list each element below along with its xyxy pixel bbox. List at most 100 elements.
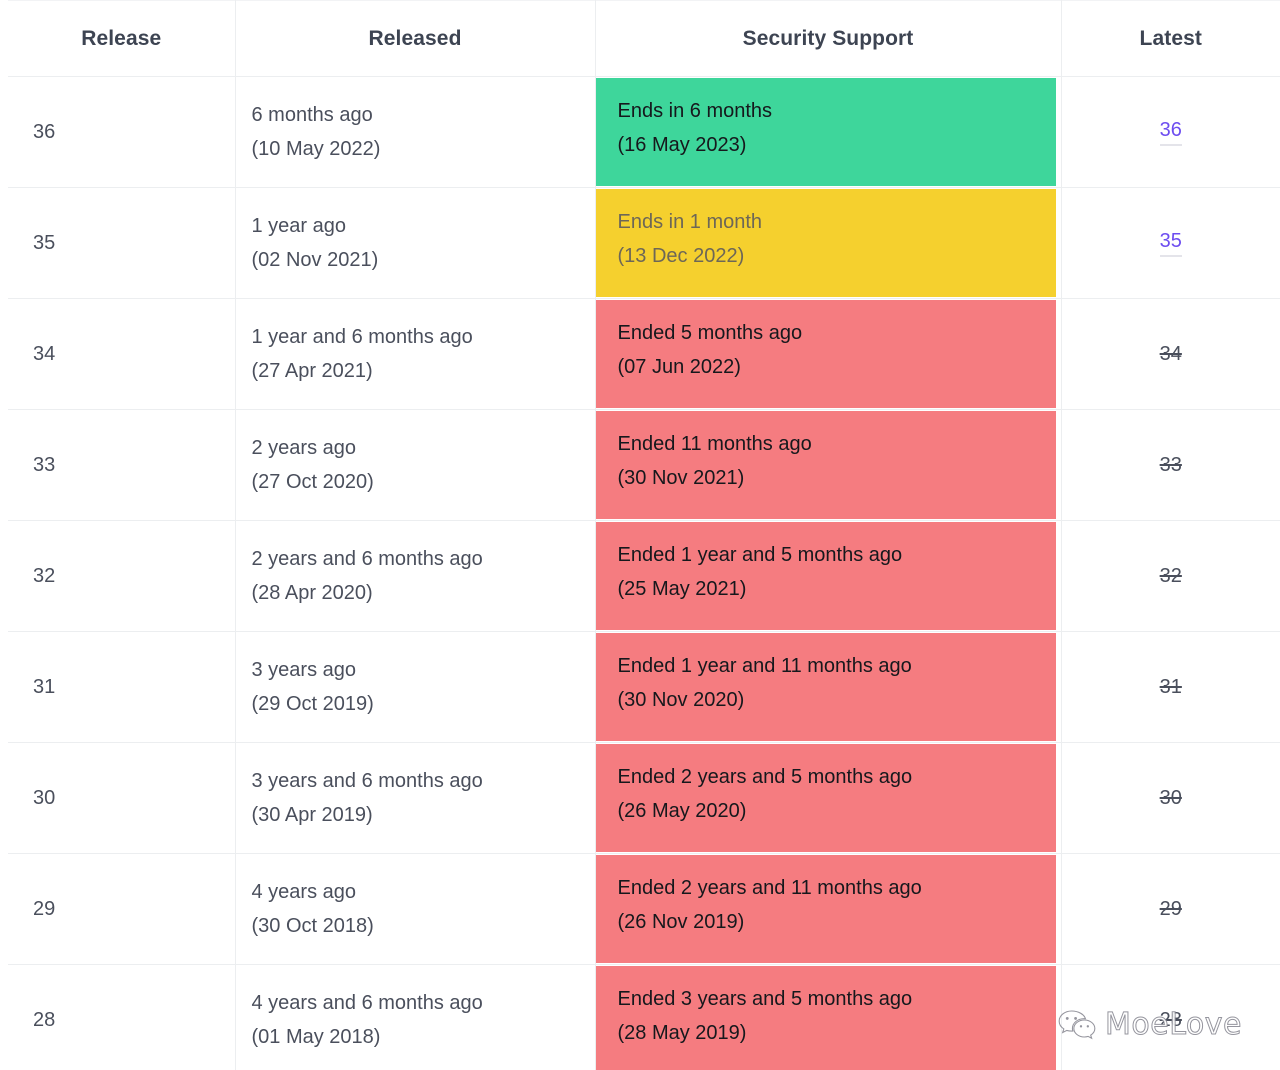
released-text: 3 years ago(29 Oct 2019) [252, 660, 595, 714]
security-support-status-block: Ended 5 months ago (07 Jun 2022) [596, 300, 1056, 408]
released-date-cell: 6 months ago (10 May 2022) [235, 77, 595, 188]
released-date-cell: 4 years ago(30 Oct 2018) [235, 854, 595, 965]
release-support-table-container: Release Released Security Support Latest… [0, 0, 1280, 1070]
released-date-cell: 2 years ago (27 Oct 2020) [235, 410, 595, 521]
security-support-cell: Ended 1 year and 5 months ago (25 May 202… [595, 521, 1061, 632]
released-relative: 2 years and 6 months ago [252, 549, 595, 569]
released-absolute-date: (27 Oct 2020) [252, 472, 595, 492]
security-support-relative: Ended 2 years and 5 months ago [618, 767, 1056, 787]
table-row: 332 years ago(27 Oct 2020)Ended 11 month… [8, 410, 1280, 521]
release-version-cell: 31 [8, 632, 235, 743]
latest-version-cell: 35 [1061, 188, 1280, 299]
table-row: 303 years and 6 months ago(30 Apr 2019)E… [8, 743, 1280, 854]
latest-version-cell: 33 [1061, 410, 1280, 521]
released-text: 1 year and 6 months ago (27 Apr 2021) [252, 327, 595, 381]
released-text: 4 years ago(30 Oct 2018) [252, 882, 595, 936]
latest-version-cell: 36 [1061, 77, 1280, 188]
released-absolute-date: (30 Apr 2019) [252, 805, 595, 825]
released-date-cell: 3 years ago(29 Oct 2019) [235, 632, 595, 743]
table-row: 322 years and 6 months ago(28 Apr 2020)E… [8, 521, 1280, 632]
security-support-status-block: Ended 11 months ago (30 Nov 2021) [596, 411, 1056, 519]
latest-version-deprecated: 33 [1160, 454, 1182, 476]
column-header-security-support: Security Support [595, 1, 1061, 77]
security-support-absolute-date: (25 May 2021) [618, 579, 1056, 599]
column-header-latest: Latest [1061, 1, 1280, 77]
latest-version-link[interactable]: 35 [1160, 230, 1182, 257]
latest-version-deprecated: 29 [1160, 898, 1182, 920]
latest-version-cell: 32 [1061, 521, 1280, 632]
security-support-relative: Ended 1 year and 5 months ago [618, 545, 1056, 565]
security-support-relative: Ended 2 years and 11 months ago [618, 878, 1056, 898]
released-relative: 3 years and 6 months ago [252, 771, 595, 791]
column-header-released: Released [235, 1, 595, 77]
release-version-cell: 33 [8, 410, 235, 521]
latest-version-deprecated: 32 [1160, 565, 1182, 587]
table-body: 36 6 months ago (10 May 2022)Ends in 6 mon… [8, 77, 1280, 1070]
released-relative: 2 years ago [252, 438, 595, 458]
security-support-status-block: Ends in 6 months(16 May 2023) [596, 78, 1056, 186]
table-row: 294 years ago(30 Oct 2018)Ended 2 years … [8, 854, 1280, 965]
release-version-cell: 29 [8, 854, 235, 965]
security-support-relative: Ended 11 months ago [618, 434, 1056, 454]
security-support-cell: Ended 1 year and 11 months ago (30 Nov 20… [595, 632, 1061, 743]
security-support-status-block: Ended 3 years and 5 months ago(28 May 20… [596, 966, 1056, 1070]
security-support-absolute-date: (26 May 2020) [618, 801, 1056, 821]
release-version-cell: 28 [8, 965, 235, 1070]
released-absolute-date: (02 Nov 2021) [252, 250, 595, 270]
released-text: 1 year ago (02 Nov 2021) [252, 216, 595, 270]
security-support-absolute-date: (16 May 2023) [618, 135, 1056, 155]
table-header-row: Release Released Security Support Latest [8, 1, 1280, 77]
security-support-status-block: Ends in 1 month (13 Dec 2022) [596, 189, 1056, 297]
security-support-absolute-date: (28 May 2019) [618, 1023, 1056, 1043]
latest-version-link[interactable]: 36 [1160, 119, 1182, 146]
latest-version-cell: 34 [1061, 299, 1280, 410]
column-header-release: Release [8, 1, 235, 77]
released-date-cell: 4 years and 6 months ago(01 May 2018) [235, 965, 595, 1070]
released-text: 2 years and 6 months ago(28 Apr 2020) [252, 549, 595, 603]
released-relative: 4 years and 6 months ago [252, 993, 595, 1013]
released-date-cell: 3 years and 6 months ago (30 Apr 2019) [235, 743, 595, 854]
table-row: 313 years ago(29 Oct 2019)Ended 1 year a… [8, 632, 1280, 743]
released-relative: 1 year ago [252, 216, 595, 236]
security-support-status-block: Ended 1 year and 5 months ago (25 May 202… [596, 522, 1056, 630]
table-header: Release Released Security Support Latest [8, 1, 1280, 77]
released-text: 3 years and 6 months ago (30 Apr 2019) [252, 771, 595, 825]
table-row: 341 year and 6 months ago(27 Apr 2021)En… [8, 299, 1280, 410]
released-absolute-date: (10 May 2022) [252, 139, 595, 159]
release-support-table: Release Released Security Support Latest… [8, 0, 1280, 1070]
released-date-cell: 1 year ago (02 Nov 2021) [235, 188, 595, 299]
latest-version-deprecated: 34 [1160, 343, 1182, 365]
latest-version-cell: 28 [1061, 965, 1280, 1070]
release-version-cell: 36 [8, 77, 235, 188]
released-relative: 1 year and 6 months ago [252, 327, 595, 347]
release-version-cell: 34 [8, 299, 235, 410]
security-support-absolute-date: (30 Nov 2020) [618, 690, 1056, 710]
security-support-cell: Ends in 1 month (13 Dec 2022) [595, 188, 1061, 299]
security-support-cell: Ended 5 months ago (07 Jun 2022) [595, 299, 1061, 410]
security-support-cell: Ended 3 years and 5 months ago(28 May 20… [595, 965, 1061, 1070]
security-support-status-block: Ended 1 year and 11 months ago (30 Nov 20… [596, 633, 1056, 741]
released-text: 2 years ago (27 Oct 2020) [252, 438, 595, 492]
latest-version-cell: 29 [1061, 854, 1280, 965]
released-absolute-date: (27 Apr 2021) [252, 361, 595, 381]
released-date-cell: 2 years and 6 months ago(28 Apr 2020) [235, 521, 595, 632]
security-support-absolute-date: (07 Jun 2022) [618, 357, 1056, 377]
security-support-relative: Ended 1 year and 11 months ago [618, 656, 1056, 676]
security-support-absolute-date: (30 Nov 2021) [618, 468, 1056, 488]
latest-version-deprecated: 28 [1160, 1009, 1182, 1031]
released-relative: 6 months ago [252, 105, 595, 125]
released-absolute-date: (30 Oct 2018) [252, 916, 595, 936]
security-support-absolute-date: (26 Nov 2019) [618, 912, 1056, 932]
table-row: 28 4 years and 6 months ago(01 May 2018)E… [8, 965, 1280, 1070]
security-support-relative: Ends in 1 month [618, 212, 1056, 232]
security-support-cell: Ended 11 months ago (30 Nov 2021) [595, 410, 1061, 521]
security-support-absolute-date: (13 Dec 2022) [618, 246, 1056, 266]
release-version-cell: 35 [8, 188, 235, 299]
security-support-relative: Ended 5 months ago [618, 323, 1056, 343]
latest-version-deprecated: 31 [1160, 676, 1182, 698]
security-support-cell: Ended 2 years and 11 months ago (26 Nov 2… [595, 854, 1061, 965]
released-text: 4 years and 6 months ago(01 May 2018) [252, 993, 595, 1047]
released-absolute-date: (29 Oct 2019) [252, 694, 595, 714]
security-support-status-block: Ended 2 years and 5 months ago (26 May 20… [596, 744, 1056, 852]
latest-version-cell: 31 [1061, 632, 1280, 743]
